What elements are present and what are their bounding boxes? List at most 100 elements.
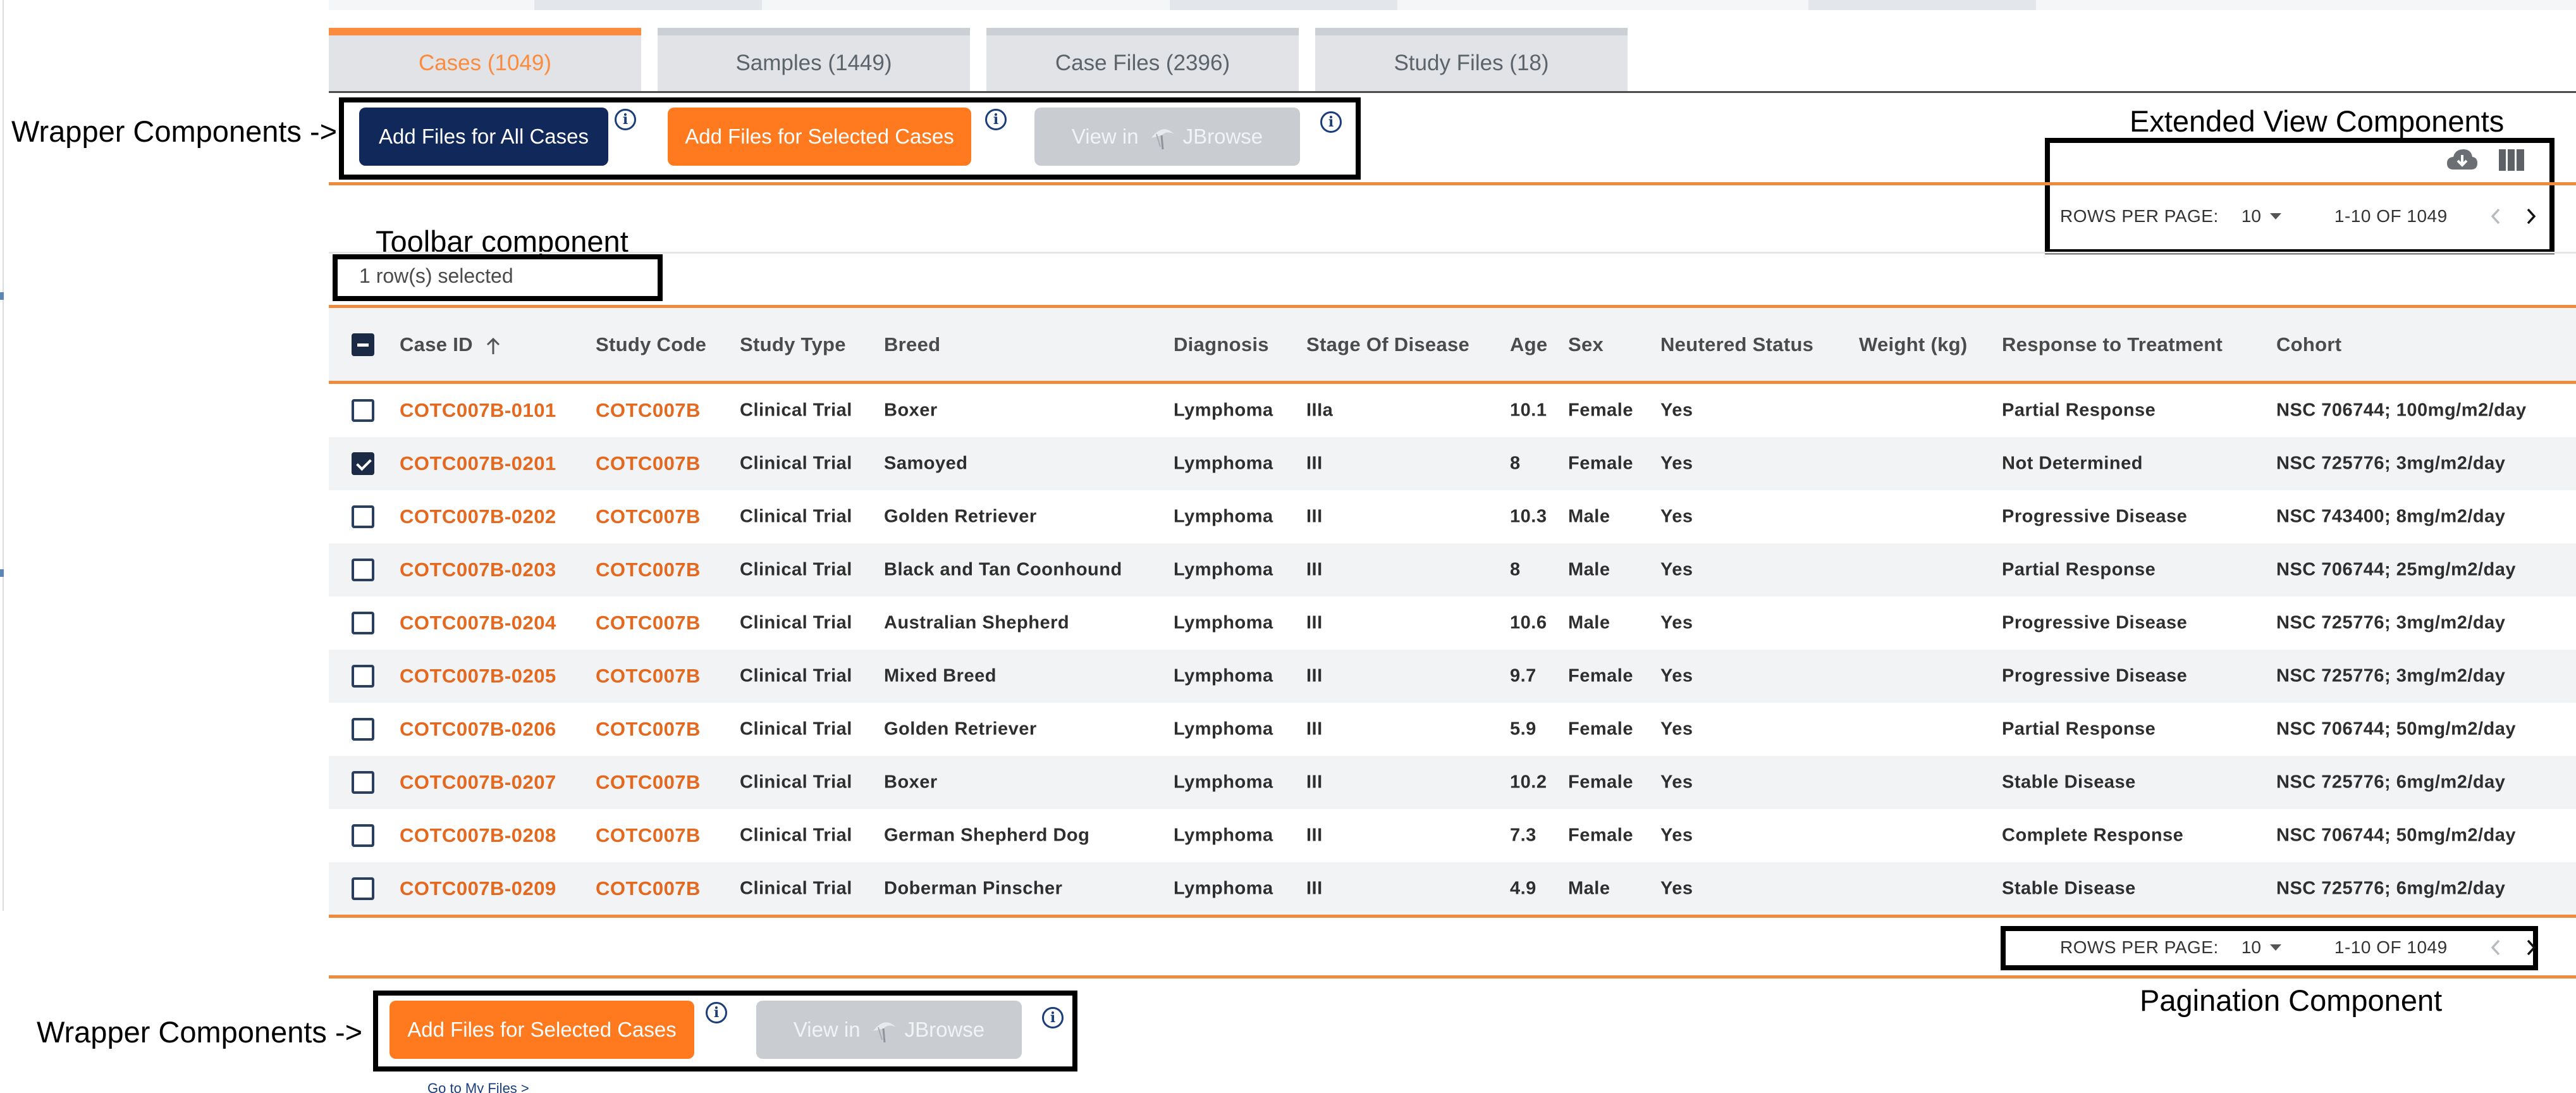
cell-study-code[interactable]: COTC007B [596, 559, 701, 581]
tab-study-files[interactable]: Study Files (18) [1315, 28, 1628, 91]
info-circle-icon[interactable]: i [1320, 111, 1342, 133]
cell-case-id[interactable]: COTC007B-0207 [400, 771, 556, 794]
info-circle-icon[interactable]: i [985, 109, 1007, 130]
cell-stage-of-disease: III [1306, 772, 1323, 793]
add-files-all-cases-button[interactable]: Add Files for All Cases [359, 108, 608, 166]
table-row[interactable]: COTC007B-0205 COTC007B Clinical Trial Mixed… [329, 650, 2576, 703]
cell-cohort: NSC 725776; 6mg/m2/day [2276, 772, 2506, 793]
cell-study-code[interactable]: COTC007B [596, 399, 701, 422]
cell-age: 10.1 [1510, 400, 1547, 421]
info-circle-icon[interactable]: i [706, 1002, 727, 1023]
rows-per-page-select[interactable]: 10 [2242, 937, 2281, 958]
add-files-selected-cases-button[interactable]: Add Files for Selected Cases [668, 108, 971, 166]
cell-study-type: Clinical Trial [740, 772, 852, 793]
column-header-case-id[interactable]: Case ID [400, 333, 501, 356]
next-page-button[interactable] [2518, 935, 2544, 960]
sort-ascending-icon [486, 337, 500, 354]
next-page-button[interactable] [2518, 204, 2544, 229]
cell-study-code[interactable]: COTC007B [596, 665, 701, 688]
cloud-download-icon[interactable] [2446, 147, 2479, 175]
view-in-label: View in [1071, 125, 1139, 148]
table-row[interactable]: COTC007B-0204 COTC007B Clinical Trial Austr… [329, 596, 2576, 650]
cell-sex: Female [1568, 453, 1633, 474]
cell-study-code[interactable]: COTC007B [596, 505, 701, 528]
row-checkbox[interactable] [352, 877, 374, 900]
row-checkbox[interactable] [352, 824, 374, 847]
cell-neutered-status: Yes [1660, 453, 1693, 474]
view-in-jbrowse-button[interactable]: View in JBrowse [756, 1001, 1022, 1059]
cell-study-code[interactable]: COTC007B [596, 718, 701, 741]
tab-cases[interactable]: Cases (1049) [329, 28, 641, 91]
cell-response-to-treatment: Partial Response [2002, 719, 2156, 739]
column-header-diagnosis[interactable]: Diagnosis [1174, 333, 1269, 356]
column-header-breed[interactable]: Breed [884, 333, 940, 356]
column-header-neutered-status[interactable]: Neutered Status [1660, 333, 1813, 356]
cell-breed: Australian Shepherd [884, 612, 1070, 633]
cell-case-id[interactable]: COTC007B-0208 [400, 824, 556, 847]
cell-response-to-treatment: Progressive Disease [2002, 612, 2188, 633]
cell-case-id[interactable]: COTC007B-0203 [400, 559, 556, 581]
cell-response-to-treatment: Not Determined [2002, 453, 2143, 474]
cell-study-code[interactable]: COTC007B [596, 824, 701, 847]
cell-neutered-status: Yes [1660, 825, 1693, 846]
table-row[interactable]: COTC007B-0207 COTC007B Clinical Trial Boxer… [329, 756, 2576, 809]
table-row[interactable]: COTC007B-0203 COTC007B Clinical Trial Black… [329, 543, 2576, 596]
cell-case-id[interactable]: COTC007B-0202 [400, 505, 556, 528]
cell-study-code[interactable]: COTC007B [596, 452, 701, 475]
cell-case-id[interactable]: COTC007B-0101 [400, 399, 556, 422]
tab-samples[interactable]: Samples (1449) [658, 28, 970, 91]
cell-sex: Male [1568, 612, 1610, 633]
chevron-right-icon [2527, 939, 2536, 956]
row-checkbox[interactable] [352, 399, 374, 422]
row-checkbox[interactable] [352, 771, 374, 794]
cell-cohort: NSC 706744; 25mg/m2/day [2276, 559, 2517, 580]
table-row[interactable]: COTC007B-0208 COTC007B Clinical Trial Germa… [329, 809, 2576, 862]
cell-study-code[interactable]: COTC007B [596, 612, 701, 634]
select-all-checkbox[interactable] [352, 333, 374, 356]
view-in-jbrowse-button[interactable]: View in JBrowse [1034, 108, 1300, 166]
column-header-sex[interactable]: Sex [1568, 333, 1604, 356]
previous-page-button[interactable] [2483, 204, 2508, 229]
row-checkbox[interactable] [352, 559, 374, 581]
column-header-response-to-treatment[interactable]: Response to Treatment [2002, 333, 2223, 356]
jbrowse-logo-icon [1151, 129, 1174, 150]
info-circle-icon[interactable]: i [615, 109, 636, 130]
row-checkbox[interactable] [352, 718, 374, 741]
row-checkbox[interactable] [352, 612, 374, 634]
row-checkbox[interactable] [352, 505, 374, 528]
table-row[interactable]: COTC007B-0209 COTC007B Clinical Trial Dober… [329, 862, 2576, 915]
previous-page-button[interactable] [2483, 935, 2508, 960]
table-row[interactable]: COTC007B-0206 COTC007B Clinical Trial Golde… [329, 703, 2576, 756]
cell-case-id[interactable]: COTC007B-0201 [400, 452, 556, 475]
cell-case-id[interactable]: COTC007B-0206 [400, 718, 556, 741]
column-header-age[interactable]: Age [1510, 333, 1547, 356]
cell-neutered-status: Yes [1660, 400, 1693, 421]
cell-study-code[interactable]: COTC007B [596, 877, 701, 900]
column-header-study-code[interactable]: Study Code [596, 333, 706, 356]
cell-response-to-treatment: Stable Disease [2002, 772, 2136, 793]
cell-study-code[interactable]: COTC007B [596, 771, 701, 794]
info-circle-icon[interactable]: i [1042, 1007, 1064, 1028]
row-checkbox[interactable] [352, 665, 374, 688]
cell-case-id[interactable]: COTC007B-0205 [400, 665, 556, 688]
add-files-selected-cases-button[interactable]: Add Files for Selected Cases [389, 1001, 694, 1059]
column-header-weight[interactable]: Weight (kg) [1859, 333, 1967, 356]
table-row[interactable]: COTC007B-0101 COTC007B Clinical Trial Boxer… [329, 384, 2576, 437]
cell-case-id[interactable]: COTC007B-0209 [400, 877, 556, 900]
row-checkbox[interactable] [352, 452, 374, 475]
column-header-stage-of-disease[interactable]: Stage Of Disease [1306, 333, 1469, 356]
cell-age: 10.2 [1510, 772, 1547, 793]
tab-case-files[interactable]: Case Files (2396) [986, 28, 1299, 91]
rows-per-page-select[interactable]: 10 [2242, 206, 2281, 226]
view-columns-icon[interactable] [2499, 149, 2524, 171]
result-tabs: Cases (1049) Samples (1449) Case Files (… [329, 28, 1628, 92]
cell-diagnosis: Lymphoma [1174, 453, 1273, 474]
cell-case-id[interactable]: COTC007B-0204 [400, 612, 556, 634]
column-header-study-type[interactable]: Study Type [740, 333, 846, 356]
table-row[interactable]: COTC007B-0201 COTC007B Clinical Trial Samoy… [329, 437, 2576, 490]
cell-diagnosis: Lymphoma [1174, 665, 1273, 686]
go-to-my-files-link[interactable]: Go to My Files > [427, 1080, 529, 1093]
table-row[interactable]: COTC007B-0202 COTC007B Clinical Trial Golde… [329, 490, 2576, 543]
column-header-cohort[interactable]: Cohort [2276, 333, 2341, 356]
cell-response-to-treatment: Stable Disease [2002, 878, 2136, 899]
